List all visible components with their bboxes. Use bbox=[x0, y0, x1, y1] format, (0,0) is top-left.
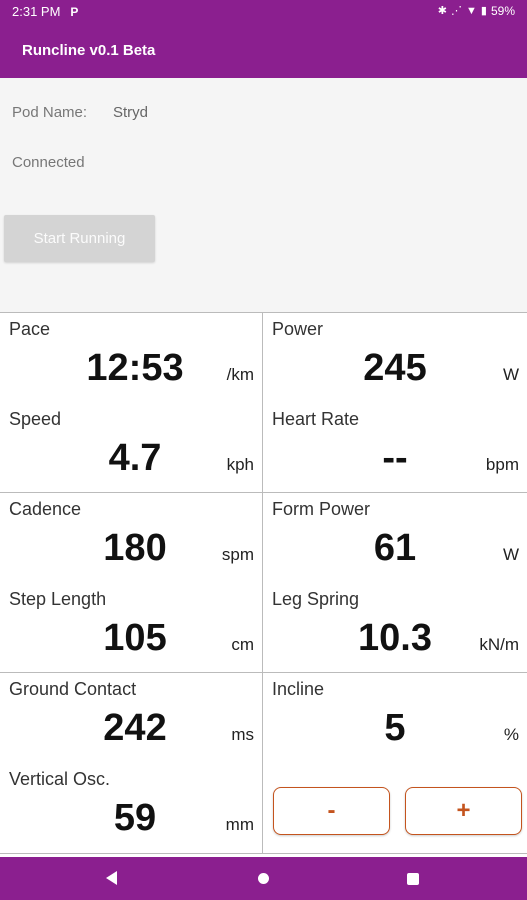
app-title: Runcline v0.1 Beta bbox=[22, 42, 156, 59]
metrics-grid: Pace 12:53 /km Speed 4.7 kph Power 245 W… bbox=[0, 312, 527, 856]
signal-icon: ⋰ bbox=[451, 5, 463, 17]
metric-label: Pace bbox=[9, 319, 51, 339]
metric-unit: kN/m bbox=[479, 635, 519, 654]
app-bar: Runcline v0.1 Beta bbox=[0, 24, 527, 78]
metric-value: 12:53 bbox=[86, 347, 184, 389]
status-bar: 2:31 PM P ✱ ⋰ ▼ ▮ 59% bbox=[0, 0, 527, 24]
battery-icon: ▮ bbox=[480, 5, 487, 17]
connection-panel: Pod Name: Stryd Connected Start Running bbox=[0, 78, 527, 312]
incline-controls: - + bbox=[263, 783, 527, 839]
navigation-bar bbox=[0, 857, 527, 900]
metric-step-length: Step Length 105 cm bbox=[0, 583, 262, 673]
metric-label: Ground Contact bbox=[9, 679, 137, 699]
metric-pace: Pace 12:53 /km bbox=[0, 313, 262, 403]
metric-label: Incline bbox=[272, 679, 325, 699]
metric-unit: W bbox=[502, 365, 519, 384]
metric-cell-power-hr: Power 245 W Heart Rate -- bpm bbox=[263, 313, 527, 493]
metric-label: Power bbox=[272, 319, 324, 339]
metric-heart-rate: Heart Rate -- bpm bbox=[263, 403, 527, 493]
metric-value: 5 bbox=[384, 707, 406, 749]
metric-value: 242 bbox=[103, 707, 167, 749]
back-icon[interactable] bbox=[106, 871, 117, 885]
metric-unit: W bbox=[502, 545, 519, 564]
start-running-button[interactable]: Start Running bbox=[4, 215, 155, 262]
metric-label: Cadence bbox=[9, 499, 82, 519]
metric-cell-incline: Incline 5 % - + bbox=[263, 673, 527, 854]
metric-unit: spm bbox=[221, 545, 254, 564]
metric-value: 61 bbox=[373, 527, 417, 569]
metric-unit: /km bbox=[226, 365, 254, 384]
metric-cell-form-leg: Form Power 61 W Leg Spring 10.3 kN/m bbox=[263, 493, 527, 673]
metric-label: Step Length bbox=[9, 589, 107, 609]
metric-cadence: Cadence 180 spm bbox=[0, 493, 262, 583]
metric-label: Leg Spring bbox=[272, 589, 360, 609]
battery-percent: 59% bbox=[490, 4, 515, 18]
metric-label: Speed bbox=[9, 409, 62, 429]
bluetooth-icon: ✱ bbox=[437, 5, 448, 17]
pod-name-value: Stryd bbox=[113, 104, 149, 121]
wifi-icon: ▼ bbox=[466, 5, 477, 17]
metric-unit: mm bbox=[225, 815, 254, 834]
metric-unit: kph bbox=[226, 455, 254, 474]
status-time: 2:31 PM bbox=[12, 4, 61, 19]
connection-status: Connected bbox=[12, 154, 85, 171]
metric-vertical-osc: Vertical Osc. 59 mm bbox=[0, 763, 262, 853]
metric-value: 59 bbox=[113, 797, 157, 839]
metric-label: Vertical Osc. bbox=[9, 769, 111, 789]
metric-value: 105 bbox=[103, 617, 167, 659]
metric-label: Heart Rate bbox=[272, 409, 360, 429]
home-icon[interactable] bbox=[258, 873, 269, 884]
metric-cell-pace-speed: Pace 12:53 /km Speed 4.7 kph bbox=[0, 313, 263, 493]
metric-leg-spring: Leg Spring 10.3 kN/m bbox=[263, 583, 527, 673]
metric-unit: bpm bbox=[485, 455, 519, 474]
pod-name-label: Pod Name: bbox=[12, 104, 88, 121]
recent-apps-icon[interactable] bbox=[407, 873, 419, 885]
metric-speed: Speed 4.7 kph bbox=[0, 403, 262, 493]
metric-value: 245 bbox=[363, 347, 427, 389]
metric-cell-contact-osc: Ground Contact 242 ms Vertical Osc. 59 m… bbox=[0, 673, 263, 854]
notification-icon: P bbox=[70, 4, 79, 19]
metric-unit: cm bbox=[231, 635, 254, 654]
metric-cell-cadence-step: Cadence 180 spm Step Length 105 cm bbox=[0, 493, 263, 673]
metric-power: Power 245 W bbox=[263, 313, 527, 403]
metric-value: 4.7 bbox=[108, 437, 162, 479]
metric-unit: % bbox=[503, 725, 519, 744]
metric-label: Form Power bbox=[272, 499, 371, 519]
metric-ground-contact: Ground Contact 242 ms bbox=[0, 673, 262, 763]
metric-unit: ms bbox=[231, 725, 254, 744]
metric-form-power: Form Power 61 W bbox=[263, 493, 527, 583]
incline-increase-button[interactable]: + bbox=[405, 787, 522, 835]
metric-incline: Incline 5 % bbox=[263, 673, 527, 763]
incline-decrease-button[interactable]: - bbox=[273, 787, 390, 835]
